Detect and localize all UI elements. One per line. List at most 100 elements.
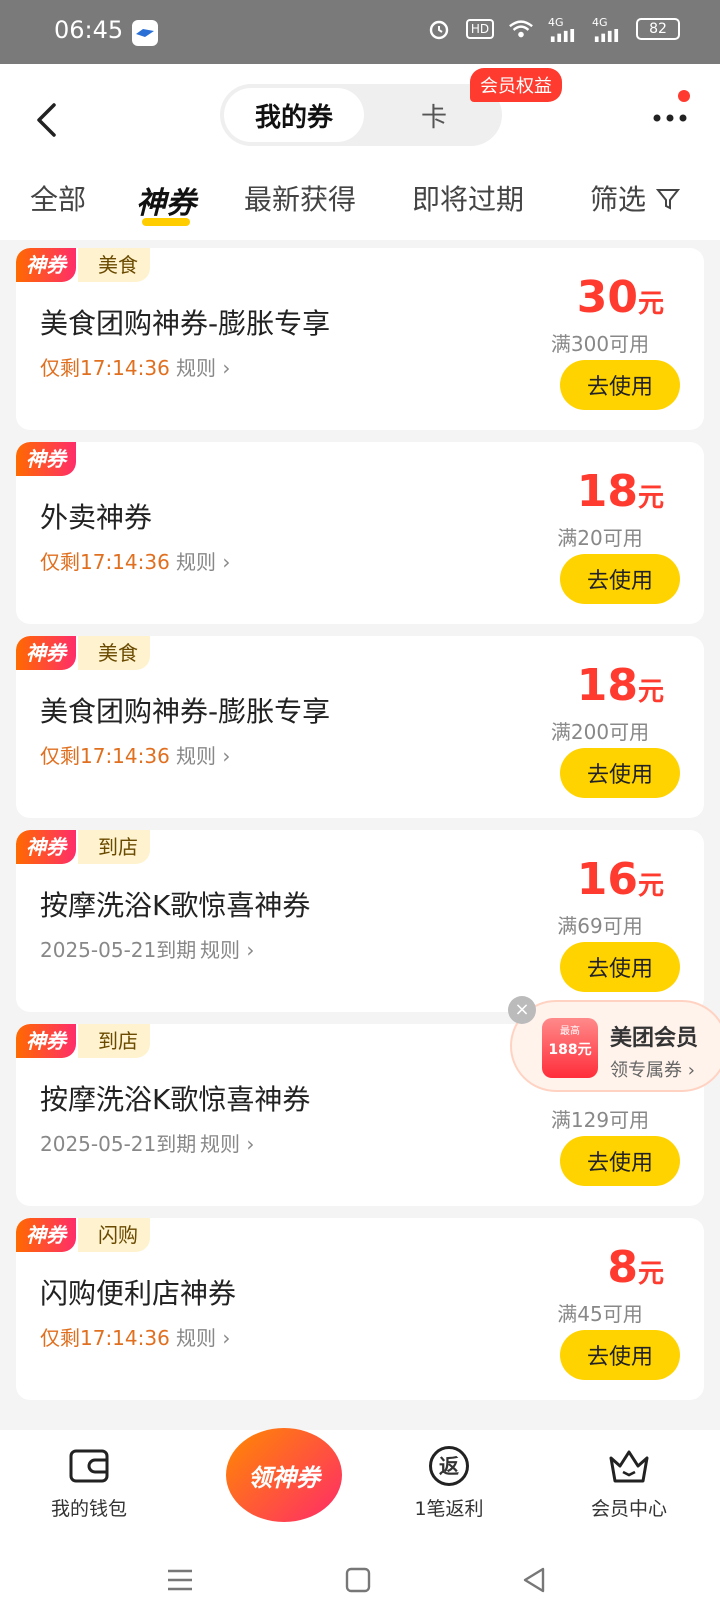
use-button[interactable]: 去使用 xyxy=(560,360,680,410)
header: 我的券 卡 会员权益 全部 神券 最新获得 即将过期 筛选 xyxy=(0,64,720,240)
coupon-amount: 8元 xyxy=(607,1242,664,1293)
coupon-expiry: 仅剩17:14:36 xyxy=(40,1326,170,1350)
promo-img-amount: 188元 xyxy=(548,1042,592,1058)
coupon-card[interactable]: 神券 美食 美食团购神券-膨胀专享 仅剩17:14:36 规则 › 18元 满2… xyxy=(16,636,704,818)
status-time: 06:45 xyxy=(54,16,124,44)
coupon-threshold: 满129可用 xyxy=(550,1108,650,1132)
use-button[interactable]: 去使用 xyxy=(560,554,680,604)
member-center-label: 会员中心 xyxy=(590,1498,667,1520)
filter-icon xyxy=(655,189,681,210)
rebate-tab[interactable]: 返 1笔返利 xyxy=(374,1444,524,1521)
shen-coupon-tag: 神券 xyxy=(16,442,76,476)
menu-nav-icon[interactable] xyxy=(160,1560,200,1600)
promo-title: 美团会员 xyxy=(610,1026,699,1051)
coupon-card[interactable]: 神券 美食 美食团购神券-膨胀专享 仅剩17:14:36 规则 › 30元 满3… xyxy=(16,248,704,430)
amount-value: 16 xyxy=(576,854,638,905)
promo-subtitle: 领专属券 › xyxy=(610,1056,695,1082)
coupon-amount: 18元 xyxy=(577,660,664,711)
rules-label: 规则 xyxy=(176,550,216,574)
get-shen-coupon-button[interactable]: 领神券 xyxy=(226,1428,342,1522)
shen-coupon-tag: 神券 xyxy=(16,830,76,864)
use-button[interactable]: 去使用 xyxy=(560,1136,680,1186)
tab-newest[interactable]: 最新获得 xyxy=(244,178,356,218)
notification-dot xyxy=(678,90,690,102)
coupon-card[interactable]: 神券 到店 按摩洗浴K歌惊喜神券 2025-05-21到期 规则 › 16元 满… xyxy=(16,830,704,1012)
rules-link[interactable]: 规则 › xyxy=(200,934,254,963)
cellular-2-icon: 4G xyxy=(592,16,622,42)
rebate-icon-glyph: 返 xyxy=(429,1446,469,1486)
alarm-icon xyxy=(426,16,452,42)
tab-shen-coupon[interactable]: 神券 xyxy=(136,178,196,222)
rules-label: 规则 xyxy=(176,356,216,380)
crown-icon xyxy=(607,1444,651,1488)
coupon-threshold: 满200可用 xyxy=(550,720,650,744)
status-bar: 06:45 HD 4G 4G 82 xyxy=(0,0,720,64)
rules-link[interactable]: 规则 › xyxy=(200,1128,254,1157)
coupon-expiry: 仅剩17:14:36 xyxy=(40,550,170,574)
coupon-amount: 16元 xyxy=(577,854,664,905)
close-icon[interactable]: × xyxy=(508,996,536,1024)
shen-coupon-tag: 神券 xyxy=(16,636,76,670)
hd-icon: HD xyxy=(466,19,494,39)
category-tag: 到店 xyxy=(78,1024,150,1058)
category-tag: 美食 xyxy=(78,636,150,670)
coupon-amount: 18元 xyxy=(577,466,664,517)
active-tab-indicator xyxy=(142,218,190,226)
back-nav-icon[interactable] xyxy=(514,1560,554,1600)
coupon-expiry: 2025-05-21到期 xyxy=(40,1132,197,1156)
wifi-icon xyxy=(508,16,534,42)
coupon-expiry: 仅剩17:14:36 xyxy=(40,744,170,768)
member-promo-float[interactable]: 最高 188元 美团会员 领专属券 › xyxy=(510,1000,720,1092)
tab-all[interactable]: 全部 xyxy=(30,178,86,218)
coupon-title: 按摩洗浴K歌惊喜神券 xyxy=(40,1083,311,1116)
coupon-threshold: 满45可用 xyxy=(557,1302,643,1326)
wallet-tab[interactable]: 我的钱包 xyxy=(14,1444,164,1521)
tab-expiring[interactable]: 即将过期 xyxy=(412,178,524,218)
category-tag: 到店 xyxy=(78,830,150,864)
use-button[interactable]: 去使用 xyxy=(560,1330,680,1380)
coupon-title: 外卖神券 xyxy=(40,501,153,534)
rules-link[interactable]: 规则 › xyxy=(176,352,230,381)
battery-icon: 82 xyxy=(636,18,680,40)
category-tag: 闪购 xyxy=(78,1218,150,1252)
filter-tabs: 全部 神券 最新获得 即将过期 筛选 xyxy=(0,164,720,240)
rules-label: 规则 xyxy=(176,744,216,768)
rebate-icon: 返 xyxy=(427,1444,471,1488)
rules-link[interactable]: 规则 › xyxy=(176,546,230,575)
shen-coupon-tag: 神券 xyxy=(16,1024,76,1058)
amount-unit: 元 xyxy=(637,677,664,707)
wallet-icon xyxy=(67,1444,111,1488)
more-button[interactable] xyxy=(648,96,692,140)
chevron-left-icon xyxy=(37,103,56,137)
member-benefits-badge[interactable]: 会员权益 xyxy=(470,68,562,102)
coupon-title: 美食团购神券-膨胀专享 xyxy=(40,695,331,728)
coupon-card[interactable]: 神券 外卖神券 仅剩17:14:36 规则 › 18元 满20可用 去使用 xyxy=(16,442,704,624)
back-button[interactable] xyxy=(28,92,64,148)
coupon-threshold: 满69可用 xyxy=(557,914,643,938)
rules-link[interactable]: 规则 › xyxy=(176,1322,230,1351)
tab-filter[interactable]: 筛选 xyxy=(590,178,681,218)
amount-unit: 元 xyxy=(637,1259,664,1289)
use-button[interactable]: 去使用 xyxy=(560,942,680,992)
coupon-title: 美食团购神券-膨胀专享 xyxy=(40,307,331,340)
app-notification-icon xyxy=(132,20,158,46)
home-nav-icon[interactable] xyxy=(338,1560,378,1600)
chevron-right-icon: › xyxy=(222,550,231,574)
coupon-title: 按摩洗浴K歌惊喜神券 xyxy=(40,889,311,922)
coupon-card[interactable]: 神券 闪购 闪购便利店神券 仅剩17:14:36 规则 › 8元 满45可用 去… xyxy=(16,1218,704,1400)
filter-label: 筛选 xyxy=(590,183,647,216)
use-button[interactable]: 去使用 xyxy=(560,748,680,798)
cellular-1-icon: 4G xyxy=(548,16,578,42)
system-nav-bar xyxy=(0,1548,720,1612)
coupon-title: 闪购便利店神券 xyxy=(40,1277,237,1310)
coupon-threshold: 满20可用 xyxy=(557,526,643,550)
coupon-expiry: 2025-05-21到期 xyxy=(40,938,197,962)
rules-label: 规则 xyxy=(176,1326,216,1350)
member-coupon-image: 最高 188元 xyxy=(542,1018,598,1078)
segment-my-coupons[interactable]: 我的券 xyxy=(224,88,364,142)
amount-value: 30 xyxy=(576,272,638,323)
shen-coupon-tag: 神券 xyxy=(16,1218,76,1252)
rules-link[interactable]: 规则 › xyxy=(176,740,230,769)
member-center-tab[interactable]: 会员中心 xyxy=(554,1444,704,1521)
coupon-amount: 30元 xyxy=(577,272,664,323)
